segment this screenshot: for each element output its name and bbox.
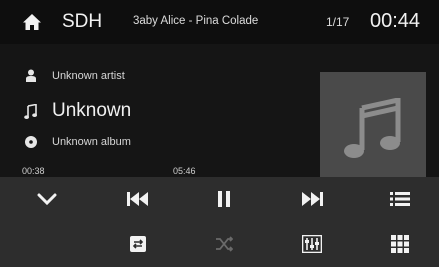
control-bar [0,177,439,267]
grid-menu-icon[interactable] [370,224,430,264]
home-icon[interactable] [22,12,42,32]
music-note-icon [24,103,38,119]
source-label[interactable]: SDH [62,11,102,33]
album-name: Unknown album [52,136,131,148]
song-title: Unknown [52,100,132,121]
options-row [0,222,439,267]
repeat-icon[interactable] [108,224,168,264]
skip-next-icon[interactable] [282,179,342,219]
equalizer-icon[interactable] [282,224,342,264]
album-row: Unknown album [24,135,131,149]
elapsed-time: 00:38 [22,166,45,176]
album-art [320,72,426,179]
clock: 00:44 [370,10,421,32]
person-icon [24,69,38,83]
artist-row: Unknown artist [24,69,125,83]
skip-previous-icon[interactable] [108,179,168,219]
total-time: 05:46 [173,166,196,176]
list-icon[interactable] [370,179,430,219]
disc-icon [24,135,38,149]
music-note-icon [344,98,401,158]
artist-name: Unknown artist [52,70,125,82]
chevron-down-icon[interactable] [17,179,77,219]
title-row: Unknown [24,100,131,122]
top-status-bar: SDH 3aby Alice - Pina Colade 1/17 00:44 [0,0,439,44]
transport-row [0,177,439,222]
track-index: 1/17 [326,15,350,29]
now-playing-panel: Unknown artist Unknown Unknown album 00:… [0,44,439,179]
track-title-marquee: 3aby Alice - Pina Colade [133,15,259,27]
shuffle-icon[interactable] [194,224,254,264]
pause-icon[interactable] [194,179,254,219]
